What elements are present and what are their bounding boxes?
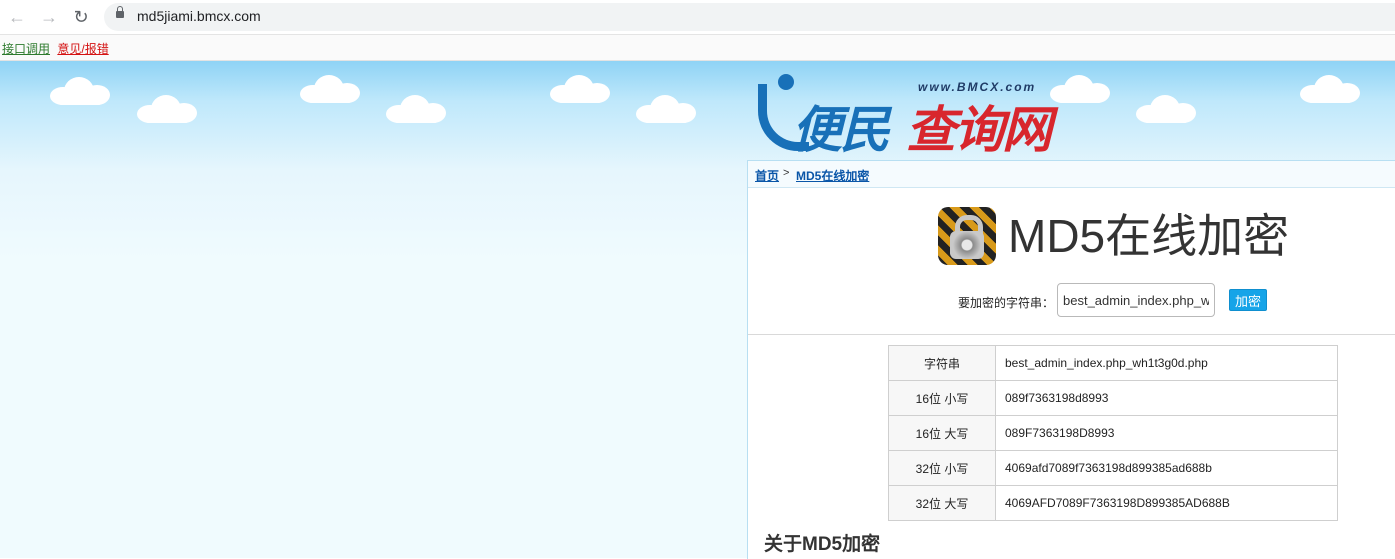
encrypt-button[interactable]: 加密 bbox=[1229, 289, 1267, 311]
breadcrumb-current-link[interactable]: MD5在线加密 bbox=[796, 167, 869, 184]
input-label: 要加密的字符串： bbox=[958, 296, 1055, 310]
api-link[interactable]: 接口调用 bbox=[2, 42, 50, 56]
browser-toolbar: ← → ↻ md5jiami.bmcx.com bbox=[0, 0, 1395, 35]
breadcrumb-separator: > bbox=[783, 167, 790, 179]
result-value: best_admin_index.php_wh1t3g0d.php bbox=[995, 345, 1338, 381]
cloud-decoration bbox=[1050, 75, 1110, 103]
logo-head-icon bbox=[778, 74, 794, 90]
result-key: 32位 小写 bbox=[888, 450, 996, 486]
content-panel: 首页 > MD5在线加密 MD5在线加密 要加密的字符串： 加密 字符串best… bbox=[747, 160, 1395, 559]
address-url[interactable]: md5jiami.bmcx.com bbox=[137, 8, 261, 24]
site-logo[interactable]: www.BMCX.com 便民 查询网 bbox=[756, 72, 1056, 158]
table-row: 32位 大写 4069AFD7089F7363198D899385AD688B bbox=[888, 485, 1338, 521]
table-row: 32位 小写 4069afd7089f7363198d899385ad688b bbox=[888, 450, 1338, 486]
table-row: 16位 小写 089f7363198d8993 bbox=[888, 380, 1338, 416]
feedback-link[interactable]: 意见/报错 bbox=[57, 42, 108, 56]
page-title: MD5在线加密 bbox=[1008, 210, 1290, 262]
logo-name-red: 查询网 bbox=[906, 102, 1052, 158]
lock-icon[interactable] bbox=[116, 6, 124, 18]
result-key: 16位 小写 bbox=[888, 380, 996, 416]
result-value: 089f7363198d8993 bbox=[995, 380, 1338, 416]
cloud-decoration bbox=[636, 95, 696, 123]
table-row: 字符串 best_admin_index.php_wh1t3g0d.php bbox=[888, 345, 1338, 381]
result-key: 16位 大写 bbox=[888, 415, 996, 451]
cloud-decoration bbox=[1300, 75, 1360, 103]
cloud-decoration bbox=[300, 75, 360, 103]
cloud-decoration bbox=[1136, 95, 1196, 123]
result-key: 32位 大写 bbox=[888, 485, 996, 521]
divider bbox=[748, 334, 1395, 335]
padlock-icon bbox=[938, 207, 996, 265]
table-row: 16位 大写 089F7363198D8993 bbox=[888, 415, 1338, 451]
cloud-decoration bbox=[50, 77, 110, 105]
forward-arrow-icon[interactable]: → bbox=[38, 6, 60, 28]
top-link-bar: 接口调用 意见/报错 bbox=[0, 35, 1395, 61]
address-bar[interactable]: md5jiami.bmcx.com bbox=[104, 3, 1395, 31]
result-value: 089F7363198D8993 bbox=[995, 415, 1338, 451]
logo-name-blue: 便民 bbox=[792, 102, 890, 158]
about-heading: 关于MD5加密 bbox=[764, 534, 881, 555]
result-key: 字符串 bbox=[888, 345, 996, 381]
string-input[interactable] bbox=[1057, 283, 1215, 317]
result-value: 4069AFD7089F7363198D899385AD688B bbox=[995, 485, 1338, 521]
breadcrumb: 首页 > MD5在线加密 bbox=[748, 161, 1395, 188]
result-value: 4069afd7089f7363198d899385ad688b bbox=[995, 450, 1338, 486]
result-table: 字符串 best_admin_index.php_wh1t3g0d.php 16位 … bbox=[888, 345, 1338, 521]
cloud-decoration bbox=[386, 95, 446, 123]
breadcrumb-home-link[interactable]: 首页 bbox=[755, 167, 779, 184]
reload-icon[interactable]: ↻ bbox=[70, 6, 92, 28]
back-arrow-icon[interactable]: ← bbox=[6, 6, 28, 28]
cloud-decoration bbox=[137, 95, 197, 123]
cloud-decoration bbox=[550, 75, 610, 103]
